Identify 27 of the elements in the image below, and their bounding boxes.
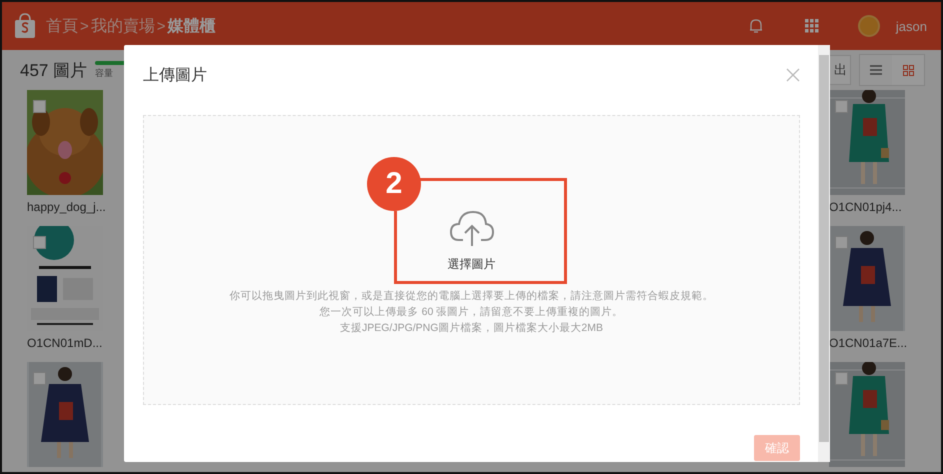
breadcrumb-separator: > [156,18,166,34]
breadcrumb-link[interactable]: 媒體櫃 [168,16,216,36]
upload-hint: 您一次可以上傳最多 60 張圖片，請留意不要上傳重複的圖片。 [320,305,624,319]
storage-label: 容量 [95,66,114,80]
user-avatar[interactable] [858,15,880,37]
user-name[interactable]: jason [896,18,927,34]
file-name: O1CN01a7E... [829,336,905,352]
checkbox[interactable] [33,372,46,385]
checkbox[interactable] [835,372,848,385]
checkbox[interactable] [835,100,848,113]
file-name: O1CN01pj4... [829,200,903,216]
close-icon[interactable] [786,68,800,82]
breadcrumb-separator: > [80,18,89,34]
shopping-bag-icon [14,13,36,39]
file-name: happy_dog_j... [27,200,103,216]
dialog-title: 上傳圖片 [143,66,207,86]
upload-hint: 你可以拖曳圖片到此視窗，或是直接從您的電腦上選擇要上傳的檔案，請注意圖片需符合蝦皮規範。 [230,289,714,303]
file-name: O1CN01mD... [27,336,103,352]
scrollbar[interactable] [818,45,830,462]
choose-image-button[interactable]: 選擇圖片 [448,210,496,273]
breadcrumb-link[interactable]: 首頁 [46,16,78,36]
breadcrumb-link[interactable]: 我的賣場 [90,16,155,36]
checkbox[interactable] [33,100,46,113]
checkbox[interactable] [33,236,46,249]
upload-hint: 支援JPEG/JPG/PNG圖片檔案，圖片檔案大小最大2MB [340,321,604,335]
image-count: 457 圖片 [20,60,88,82]
checkbox[interactable] [835,236,848,249]
